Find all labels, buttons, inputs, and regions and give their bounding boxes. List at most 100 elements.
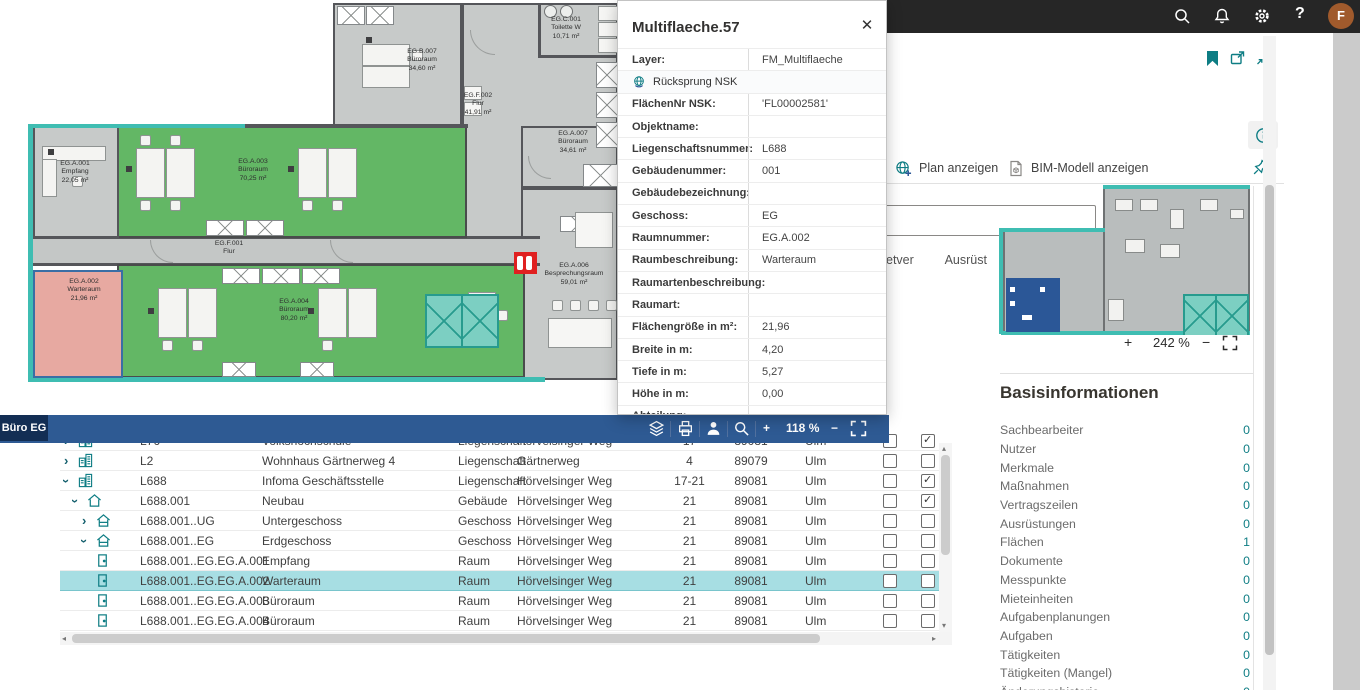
checkbox-1[interactable] xyxy=(883,514,897,528)
table-vertical-scrollbar[interactable]: ▴ ▾ xyxy=(939,443,952,632)
factbox-item[interactable]: Dokumente 0 xyxy=(1000,552,1250,571)
factbox-count[interactable]: 0 xyxy=(1243,554,1250,568)
factbox-count[interactable]: 0 xyxy=(1243,479,1250,493)
table-row[interactable]: L688.001..EG.EG.A.001 Empfang Raum Hörve… xyxy=(60,551,939,571)
factbox-count[interactable]: 0 xyxy=(1243,592,1250,606)
table-row[interactable]: L688 Infoma Geschäftsstelle Liegenschaft… xyxy=(60,471,939,491)
table-row[interactable]: L688.001..UG Untergeschoss Geschoss Hörv… xyxy=(60,511,939,531)
table-row[interactable]: L688.001 Neubau Gebäude Hörvelsinger Weg… xyxy=(60,491,939,511)
checkbox-2[interactable] xyxy=(921,474,935,488)
factbox-count[interactable]: 0 xyxy=(1243,685,1250,690)
fit-view-icon[interactable] xyxy=(1222,335,1238,351)
ruecksprung-link[interactable]: Rücksprung NSK xyxy=(618,71,737,92)
settings-gear-icon[interactable] xyxy=(1253,7,1271,25)
checkbox-1[interactable] xyxy=(883,574,897,588)
table-row[interactable]: L688.001..EG Erdgeschoss Geschoss Hörvel… xyxy=(60,531,939,551)
checkbox-1[interactable] xyxy=(883,614,897,628)
floorplan-viewport[interactable]: EG.A.001Empfang22,05 m² EG.A.003Büroraum… xyxy=(0,0,620,415)
close-icon[interactable]: ✕ xyxy=(858,17,876,35)
checkbox-1[interactable] xyxy=(883,454,897,468)
plan-zoom-in-button[interactable]: + xyxy=(763,421,770,435)
plan-tab-label[interactable]: Büro EG xyxy=(0,415,48,441)
checkbox-2[interactable] xyxy=(921,434,935,448)
factbox-count[interactable]: 0 xyxy=(1243,648,1250,662)
scroll-up-arrow[interactable]: ▴ xyxy=(942,444,946,453)
factbox-count[interactable]: 0 xyxy=(1243,498,1250,512)
chair xyxy=(162,340,173,351)
checkbox-2[interactable] xyxy=(921,514,935,528)
bookmark-icon[interactable] xyxy=(1207,51,1218,66)
scrollbar-thumb[interactable] xyxy=(1265,185,1274,655)
checkbox-1[interactable] xyxy=(883,554,897,568)
chevron-icon[interactable] xyxy=(73,495,85,507)
factbox-item[interactable]: Vertragszeilen 0 xyxy=(1000,496,1250,515)
factbox-item[interactable]: Änderungshistorie 0 xyxy=(1000,683,1250,690)
table-horizontal-scrollbar[interactable]: ◂ ▸ xyxy=(60,632,952,645)
checkbox-2[interactable] xyxy=(921,554,935,568)
factbox-count[interactable]: 0 xyxy=(1243,573,1250,587)
factbox-item[interactable]: Ausrüstungen 0 xyxy=(1000,514,1250,533)
checkbox-2[interactable] xyxy=(921,614,935,628)
factbox-count[interactable]: 0 xyxy=(1243,629,1250,643)
floorplan-minimap[interactable] xyxy=(998,183,1252,335)
checkbox-1[interactable] xyxy=(883,534,897,548)
zoom-out-button[interactable]: − xyxy=(1202,334,1210,350)
avatar[interactable]: F xyxy=(1328,3,1354,29)
factbox-item[interactable]: Maßnahmen 0 xyxy=(1000,477,1250,496)
help-icon[interactable]: ? xyxy=(1295,5,1305,23)
scroll-down-arrow[interactable]: ▾ xyxy=(942,621,946,630)
factbox-item[interactable]: Nutzer 0 xyxy=(1000,440,1250,459)
layers-icon[interactable] xyxy=(648,420,665,437)
checkbox-2[interactable] xyxy=(921,534,935,548)
zoom-in-button[interactable]: + xyxy=(1124,334,1132,350)
magnifier-icon[interactable] xyxy=(733,420,750,437)
checkbox-2[interactable] xyxy=(921,494,935,508)
checkbox-2[interactable] xyxy=(921,594,935,608)
notifications-bell-icon[interactable] xyxy=(1213,7,1231,25)
scroll-right-arrow[interactable]: ▸ xyxy=(932,634,936,643)
person-icon[interactable] xyxy=(705,420,722,437)
search-icon[interactable] xyxy=(1173,7,1191,25)
factbox-count[interactable]: 0 xyxy=(1243,517,1250,531)
chevron-icon[interactable] xyxy=(64,455,76,467)
factbox-item[interactable]: Aufgabenplanungen 0 xyxy=(1000,608,1250,627)
factbox-item[interactable]: Mieteinheiten 0 xyxy=(1000,589,1250,608)
factbox-count[interactable]: 0 xyxy=(1243,442,1250,456)
show-plan-button[interactable]: Plan anzeigen xyxy=(895,157,998,179)
factbox-item[interactable]: Tätigkeiten (Mangel) 0 xyxy=(1000,664,1250,683)
factbox-count[interactable]: 0 xyxy=(1243,610,1250,624)
factbox-count[interactable]: 0 xyxy=(1243,423,1250,437)
room-corridor-f001[interactable] xyxy=(30,236,540,266)
plan-zoom-out-button[interactable]: − xyxy=(831,421,838,435)
factbox-count[interactable]: 0 xyxy=(1243,666,1250,680)
checkbox-1[interactable] xyxy=(883,594,897,608)
factbox-item[interactable]: Tätigkeiten 0 xyxy=(1000,645,1250,664)
table-row[interactable]: L688.001..EG.EG.A.004 Büroraum Raum Hörv… xyxy=(60,611,939,631)
factbox-item[interactable]: Aufgaben 0 xyxy=(1000,627,1250,646)
factbox-count[interactable]: 1 xyxy=(1243,535,1250,549)
scrollbar-thumb[interactable] xyxy=(72,634,820,643)
print-icon[interactable] xyxy=(677,420,694,437)
checkbox-2[interactable] xyxy=(921,574,935,588)
table-row[interactable]: L688.001..EG.EG.A.003 Büroraum Raum Hörv… xyxy=(60,591,939,611)
table-row[interactable]: L688.001..EG.EG.A.002 Warteraum Raum Hör… xyxy=(60,571,939,591)
factbox-item[interactable]: Messpunkte 0 xyxy=(1000,571,1250,590)
checkbox-2[interactable] xyxy=(921,454,935,468)
checkbox-1[interactable] xyxy=(883,474,897,488)
factbox-item[interactable]: Flächen 1 xyxy=(1000,533,1250,552)
factbox-item[interactable]: Merkmale 0 xyxy=(1000,458,1250,477)
open-in-new-window-icon[interactable] xyxy=(1229,50,1246,66)
factbox-item[interactable]: Sachbearbeiter 0 xyxy=(1000,421,1250,440)
scroll-left-arrow[interactable]: ◂ xyxy=(62,634,66,643)
table-row[interactable]: L2 Wohnhaus Gärtnerweg 4 Liegenschaft Gä… xyxy=(60,451,939,471)
page-vertical-scrollbar[interactable] xyxy=(1263,36,1276,690)
window-box xyxy=(222,362,256,377)
chevron-icon[interactable] xyxy=(64,475,76,487)
chevron-icon[interactable] xyxy=(82,535,94,547)
plan-fit-view-icon[interactable] xyxy=(850,420,867,437)
scrollbar-thumb[interactable] xyxy=(941,455,950,555)
checkbox-1[interactable] xyxy=(883,494,897,508)
factbox-count[interactable]: 0 xyxy=(1243,461,1250,475)
show-bim-button[interactable]: BIM-Modell anzeigen xyxy=(1008,157,1148,179)
chevron-icon[interactable] xyxy=(82,515,94,527)
